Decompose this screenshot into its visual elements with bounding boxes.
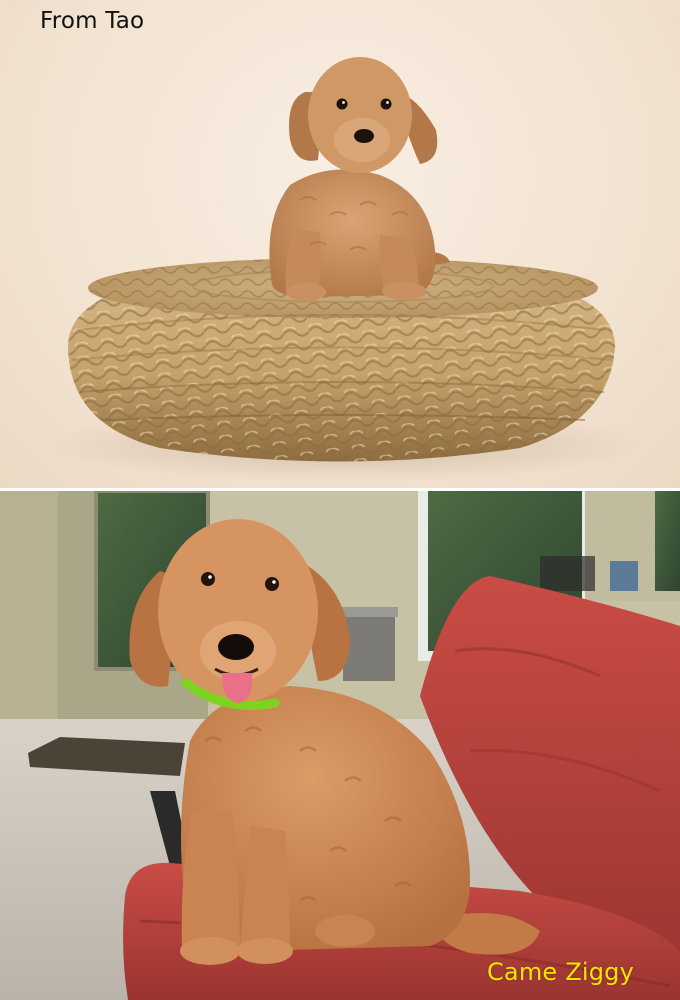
door-frame: [0, 491, 58, 726]
puppy-on-pouf-illustration: [45, 57, 645, 483]
dog-on-chair-illustration: [0, 491, 680, 1000]
caption-came-ziggy: Came Ziggy: [486, 958, 634, 986]
puppy: [269, 57, 450, 301]
trash-bin: [343, 611, 395, 681]
caption-from-tao: From Tao: [40, 8, 145, 34]
photo-collage: From Tao Came Ziggy: [0, 0, 680, 1000]
bottom-photo-panel: Came Ziggy: [0, 491, 680, 1000]
top-photo-panel: From Tao: [0, 0, 680, 488]
